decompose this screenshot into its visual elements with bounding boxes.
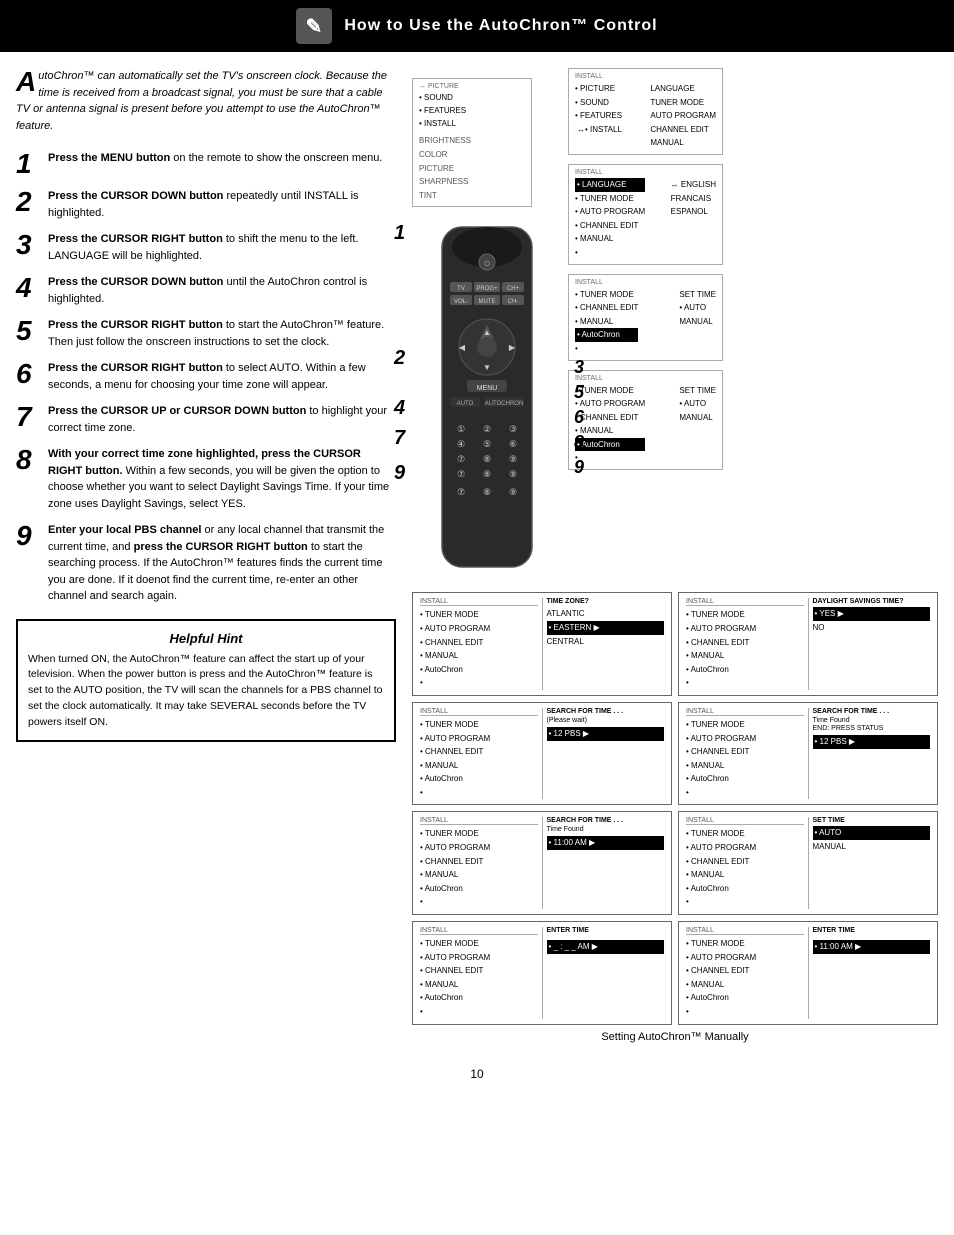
step-7: 7 Press the CURSOR UP or CURSOR DOWN but… [16, 403, 396, 436]
svg-text:⏻: ⏻ [484, 260, 490, 268]
diag-num-7: 7 [394, 427, 405, 450]
step-4-text: Press the CURSOR DOWN button until the A… [48, 274, 396, 307]
step-6: 6 Press the CURSOR RIGHT button to selec… [16, 360, 396, 393]
svg-text:▶: ▶ [509, 343, 516, 352]
diag-num-4: 4 [394, 397, 405, 420]
menu-install-autochron-1: INSTALL • TUNER MODE • CHANNEL EDIT • MA… [568, 274, 723, 361]
svg-text:⑥: ⑥ [509, 439, 517, 449]
step-3-text: Press the CURSOR RIGHT button to shift t… [48, 231, 396, 264]
step-8: 8 With your correct time zone highlighte… [16, 446, 396, 512]
diag-num-5: 5 [574, 382, 584, 403]
step-6-text: Press the CURSOR RIGHT button to select … [48, 360, 396, 393]
step-9-number: 9 [16, 522, 38, 550]
remote-svg: ⏻ TV PROG+ CH+ VOL- MUTE [412, 217, 562, 577]
step-3-number: 3 [16, 231, 38, 259]
step-7-text: Press the CURSOR UP or CURSOR DOWN butto… [48, 403, 396, 436]
svg-text:VOL-: VOL- [454, 299, 468, 305]
dropcap: A [16, 68, 36, 96]
step-1: 1 Press the MENU button on the remote to… [16, 150, 396, 178]
menu-install-language: INSTALL • LANGUAGE • TUNER MODE • AUTO P… [568, 164, 723, 265]
svg-text:PROG+: PROG+ [476, 286, 498, 292]
svg-text:⑨: ⑨ [509, 469, 517, 479]
svg-text:⑧: ⑧ [483, 487, 491, 497]
screen-daylight: INSTALL • TUNER MODE • AUTO PROGRAM • CH… [678, 592, 938, 696]
step-7-number: 7 [16, 403, 38, 431]
svg-text:⑦: ⑦ [457, 454, 465, 464]
screen-search-found-2: INSTALL • TUNER MODE • AUTO PROGRAM • CH… [412, 811, 672, 915]
step-9: 9 Enter your local PBS channel or any lo… [16, 522, 396, 605]
page-title: How to Use the AutoChron™ Control [344, 17, 657, 35]
header-icon: ✎ [296, 8, 332, 44]
remote-diagram: 1 2 4 7 9 ⏻ TV [412, 217, 562, 580]
step-2-number: 2 [16, 188, 38, 216]
svg-text:MUTE: MUTE [479, 299, 496, 305]
svg-text:③: ③ [509, 424, 517, 434]
menu-install-autochron-2: INSTALL • TUNER MODE • AUTO PROGRAM • CH… [568, 370, 723, 471]
step-8-text: With your correct time zone highlighted,… [48, 446, 396, 512]
screen-search-wait: INSTALL • TUNER MODE • AUTO PROGRAM • CH… [412, 702, 672, 806]
diag-num-2: 2 [394, 347, 405, 370]
svg-text:⑧: ⑧ [483, 454, 491, 464]
svg-text:AUTOCHRON: AUTOCHRON [485, 401, 524, 407]
right-column: ↔ PICTURE • SOUND • FEATURES • INSTALL B… [412, 68, 938, 1043]
screen-timezone: INSTALL • TUNER MODE • AUTO PROGRAM • CH… [412, 592, 672, 696]
page-number: 10 [0, 1059, 954, 1089]
left-column: A utoChron™ can automatically set the TV… [16, 68, 396, 1043]
hint-text: When turned ON, the AutoChron™ feature c… [28, 652, 384, 731]
menu-picture: ↔ PICTURE • SOUND • FEATURES • INSTALL B… [412, 78, 532, 207]
menu-install-1: INSTALL • PICTURE • SOUND • FEATURES ↔• … [568, 68, 723, 155]
step-2-text: Press the CURSOR DOWN button repeatedly … [48, 188, 396, 221]
svg-text:▲: ▲ [483, 328, 491, 337]
svg-text:⑧: ⑧ [483, 469, 491, 479]
step-1-number: 1 [16, 150, 38, 178]
diagram-caption: Setting AutoChron™ Manually [412, 1031, 938, 1043]
intro-text: utoChron™ can automatically set the TV's… [16, 70, 387, 132]
step-9-text: Enter your local PBS channel or any loca… [48, 522, 396, 605]
diag-num-8: 8 [574, 432, 584, 453]
step-2: 2 Press the CURSOR DOWN button repeatedl… [16, 188, 396, 221]
diag-num-9b: 9 [574, 457, 584, 478]
diag-num-6: 6 [574, 407, 584, 428]
svg-text:⑦: ⑦ [457, 469, 465, 479]
svg-text:⑨: ⑨ [509, 487, 517, 497]
svg-text:▼: ▼ [483, 363, 491, 372]
page-header: ✎ How to Use the AutoChron™ Control [0, 0, 954, 52]
svg-text:MENU: MENU [477, 385, 498, 392]
diag-num-9: 9 [394, 462, 405, 485]
intro-paragraph: A utoChron™ can automatically set the TV… [16, 68, 396, 134]
hint-title: Helpful Hint [28, 631, 384, 646]
step-5: 5 Press the CURSOR RIGHT button to start… [16, 317, 396, 350]
svg-text:⑦: ⑦ [457, 487, 465, 497]
step-4-number: 4 [16, 274, 38, 302]
svg-text:⑨: ⑨ [509, 454, 517, 464]
step-1-text: Press the MENU button on the remote to s… [48, 150, 382, 167]
step-6-number: 6 [16, 360, 38, 388]
step-3: 3 Press the CURSOR RIGHT button to shift… [16, 231, 396, 264]
svg-text:CH+: CH+ [507, 286, 520, 292]
diag-num-1: 1 [394, 222, 405, 245]
bottom-screens-grid: INSTALL • TUNER MODE • AUTO PROGRAM • CH… [412, 592, 938, 1024]
step-4: 4 Press the CURSOR DOWN button until the… [16, 274, 396, 307]
screen-search-found-1: INSTALL • TUNER MODE • AUTO PROGRAM • CH… [678, 702, 938, 806]
svg-text:①: ① [457, 424, 465, 434]
helpful-hint-box: Helpful Hint When turned ON, the AutoChr… [16, 619, 396, 743]
steps-list: 1 Press the MENU button on the remote to… [16, 150, 396, 605]
svg-text:◀: ◀ [459, 343, 466, 352]
screen-enter-time-set: INSTALL • TUNER MODE • AUTO PROGRAM • CH… [678, 921, 938, 1025]
svg-text:CH-: CH- [508, 299, 519, 305]
screen-settime-auto: INSTALL • TUNER MODE • AUTO PROGRAM • CH… [678, 811, 938, 915]
svg-text:AUTO: AUTO [457, 401, 474, 407]
svg-text:TV: TV [457, 286, 465, 292]
step-5-number: 5 [16, 317, 38, 345]
svg-text:④: ④ [457, 439, 465, 449]
step-5-text: Press the CURSOR RIGHT button to start t… [48, 317, 396, 350]
screen-enter-time-blank: INSTALL • TUNER MODE • AUTO PROGRAM • CH… [412, 921, 672, 1025]
svg-text:⑤: ⑤ [483, 439, 491, 449]
diag-num-3: 3 [574, 357, 584, 378]
step-8-number: 8 [16, 446, 38, 474]
svg-text:②: ② [483, 424, 491, 434]
right-menus: INSTALL • PICTURE • SOUND • FEATURES ↔• … [568, 68, 938, 474]
